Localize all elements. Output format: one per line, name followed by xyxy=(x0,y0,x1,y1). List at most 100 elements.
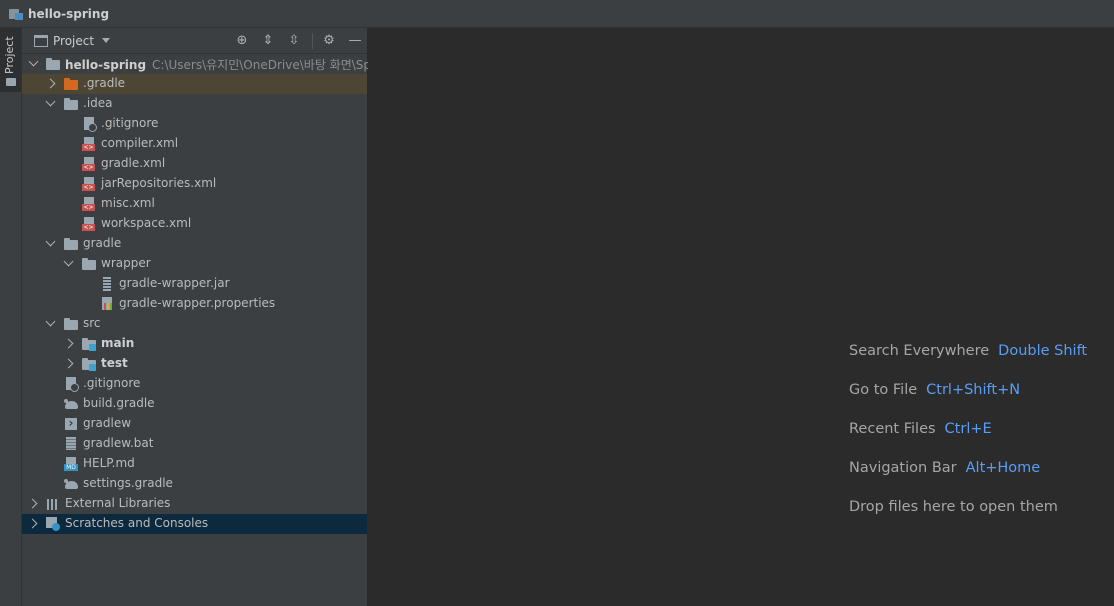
tree-item-gradle-cache[interactable]: .gradle xyxy=(22,74,367,94)
expand-all-icon[interactable]: ⇕ xyxy=(260,33,276,49)
tree-item-gradle-wrapper-properties[interactable]: gradle-wrapper.properties xyxy=(22,294,367,314)
tree-item-label: jarRepositories.xml xyxy=(101,176,217,190)
view-selector-label[interactable]: Project xyxy=(53,34,94,48)
tree-item-root-gitignore[interactable]: .gitignore xyxy=(22,374,367,394)
tree-item-label: settings.gradle xyxy=(83,476,173,490)
tree-item-label: gradle.xml xyxy=(101,156,166,170)
shortcut-key: Double Shift xyxy=(998,343,1088,359)
tree-item-label: compiler.xml xyxy=(101,136,179,150)
tree-item-workspace-xml[interactable]: workspace.xml xyxy=(22,214,367,234)
chevron-down-icon[interactable] xyxy=(28,56,39,67)
chevron-down-icon[interactable] xyxy=(45,236,56,247)
tree-item-gradlew[interactable]: gradlew xyxy=(22,414,367,434)
hint-navigation-bar: Navigation Bar Alt+Home xyxy=(849,460,1041,476)
collapse-all-icon[interactable]: ⇳ xyxy=(286,33,302,49)
source-folder-icon xyxy=(82,337,96,351)
hint-search-everywhere: Search Everywhere Double Shift xyxy=(849,343,1088,359)
project-icon xyxy=(9,8,23,20)
locate-icon[interactable]: ⊕ xyxy=(234,33,250,49)
hint-recent-files: Recent Files Ctrl+E xyxy=(849,421,992,437)
tree-item-label: build.gradle xyxy=(83,396,155,410)
excluded-folder-icon xyxy=(64,77,78,91)
folder-icon xyxy=(64,317,78,331)
chevron-down-icon[interactable] xyxy=(102,38,111,43)
tree-item-build-gradle[interactable]: build.gradle xyxy=(22,394,367,414)
project-tree: hello-spring C:\Users\유지민\OneDrive\바탕 화면\… xyxy=(22,54,395,534)
project-tool-tab-label: Project xyxy=(3,36,16,74)
tree-item-label: External Libraries xyxy=(65,496,171,510)
chevron-down-icon[interactable] xyxy=(63,256,74,267)
tree-item-gradle-xml[interactable]: gradle.xml xyxy=(22,154,367,174)
tree-item-label: gradlew xyxy=(83,416,132,430)
tree-item-scratches[interactable]: Scratches and Consoles xyxy=(22,514,367,534)
gear-icon[interactable]: ⚙ xyxy=(321,33,337,49)
tree-item-label: wrapper xyxy=(101,256,151,270)
shortcut-key: Ctrl+Shift+N xyxy=(926,382,1021,398)
root-path: C:\Users\유지민\OneDrive\바탕 화면\Spring xyxy=(152,58,395,72)
tree-item-gradle-folder[interactable]: gradle xyxy=(22,234,367,254)
tree-item-label: gradle-wrapper.jar xyxy=(119,276,230,290)
empty-editor-hints: Search Everywhere Double Shift Go to File… xyxy=(849,341,1087,536)
minimize-icon[interactable]: — xyxy=(347,33,363,49)
xml-file-icon xyxy=(82,177,96,191)
chevron-right-icon[interactable] xyxy=(27,518,38,529)
tree-root-hello-spring[interactable]: hello-spring C:\Users\유지민\OneDrive\바탕 화면\… xyxy=(22,54,395,74)
chevron-right-icon[interactable] xyxy=(27,498,38,509)
tree-item-label: src xyxy=(83,316,101,330)
tree-item-idea[interactable]: .idea xyxy=(22,94,367,114)
xml-file-icon xyxy=(82,217,96,231)
chevron-right-icon[interactable] xyxy=(63,358,74,369)
gitignore-file-icon xyxy=(82,117,97,132)
tree-item-wrapper[interactable]: wrapper xyxy=(22,254,367,274)
tree-item-gradle-wrapper-jar[interactable]: gradle-wrapper.jar xyxy=(22,274,367,294)
tree-item-label: Scratches and Consoles xyxy=(65,516,209,530)
tree-item-label: HELP.md xyxy=(83,456,135,470)
chevron-right-icon[interactable] xyxy=(63,338,74,349)
title-bar: hello-spring xyxy=(0,0,1114,28)
tree-item-label: .gitignore xyxy=(101,116,159,130)
gradle-elephant-icon xyxy=(64,397,78,411)
left-tool-strip: Project xyxy=(0,28,22,606)
test-folder-icon xyxy=(82,357,96,371)
project-panel: Project ⊕ ⇕ ⇳ ⚙ — hello-spring C:\Users\유… xyxy=(22,28,395,606)
tree-item-settings-gradle[interactable]: settings.gradle xyxy=(22,474,367,494)
folder-icon xyxy=(6,78,16,86)
tree-item-label: misc.xml xyxy=(101,196,155,210)
tree-item-label: gradle-wrapper.properties xyxy=(119,296,276,310)
gradle-elephant-icon xyxy=(64,477,78,491)
properties-file-icon xyxy=(100,297,114,311)
tree-item-label: main xyxy=(101,336,135,350)
window-icon xyxy=(34,34,48,47)
module-folder-icon xyxy=(46,57,60,71)
tree-item-label: .gitignore xyxy=(83,376,141,390)
tree-item-label: gradle xyxy=(83,236,122,250)
project-tool-tab[interactable]: Project xyxy=(0,28,21,92)
scratches-icon xyxy=(46,517,60,531)
window-title: hello-spring xyxy=(28,6,110,21)
toolbar-divider xyxy=(312,33,313,49)
tree-item-label: gradlew.bat xyxy=(83,436,154,450)
tree-item-misc-xml[interactable]: misc.xml xyxy=(22,194,367,214)
tree-item-test[interactable]: test xyxy=(22,354,367,374)
xml-file-icon xyxy=(82,157,96,171)
tree-root-label: hello-spring C:\Users\유지민\OneDrive\바탕 화면\… xyxy=(65,58,395,72)
tree-item-idea-gitignore[interactable]: .gitignore xyxy=(22,114,367,134)
project-panel-header: Project ⊕ ⇕ ⇳ ⚙ — xyxy=(22,28,367,54)
tree-item-help-md[interactable]: HELP.md xyxy=(22,454,367,474)
tree-item-main[interactable]: main xyxy=(22,334,367,354)
editor-area[interactable]: Search Everywhere Double Shift Go to File… xyxy=(368,28,1114,606)
chevron-down-icon[interactable] xyxy=(45,316,56,327)
tree-item-jarrepositories-xml[interactable]: jarRepositories.xml xyxy=(22,174,367,194)
library-icon xyxy=(46,497,60,511)
tree-item-external-libraries[interactable]: External Libraries xyxy=(22,494,367,514)
xml-file-icon xyxy=(82,197,96,211)
chevron-right-icon[interactable] xyxy=(45,78,56,89)
tree-item-label: test xyxy=(101,356,128,370)
tree-item-compiler-xml[interactable]: compiler.xml xyxy=(22,134,367,154)
jar-file-icon xyxy=(100,277,114,291)
chevron-down-icon[interactable] xyxy=(45,96,56,107)
shortcut-key: Alt+Home xyxy=(965,460,1041,476)
tree-item-gradlew-bat[interactable]: gradlew.bat xyxy=(22,434,367,454)
tree-item-src[interactable]: src xyxy=(22,314,367,334)
hint-drop-files: Drop files here to open them xyxy=(849,499,1058,515)
